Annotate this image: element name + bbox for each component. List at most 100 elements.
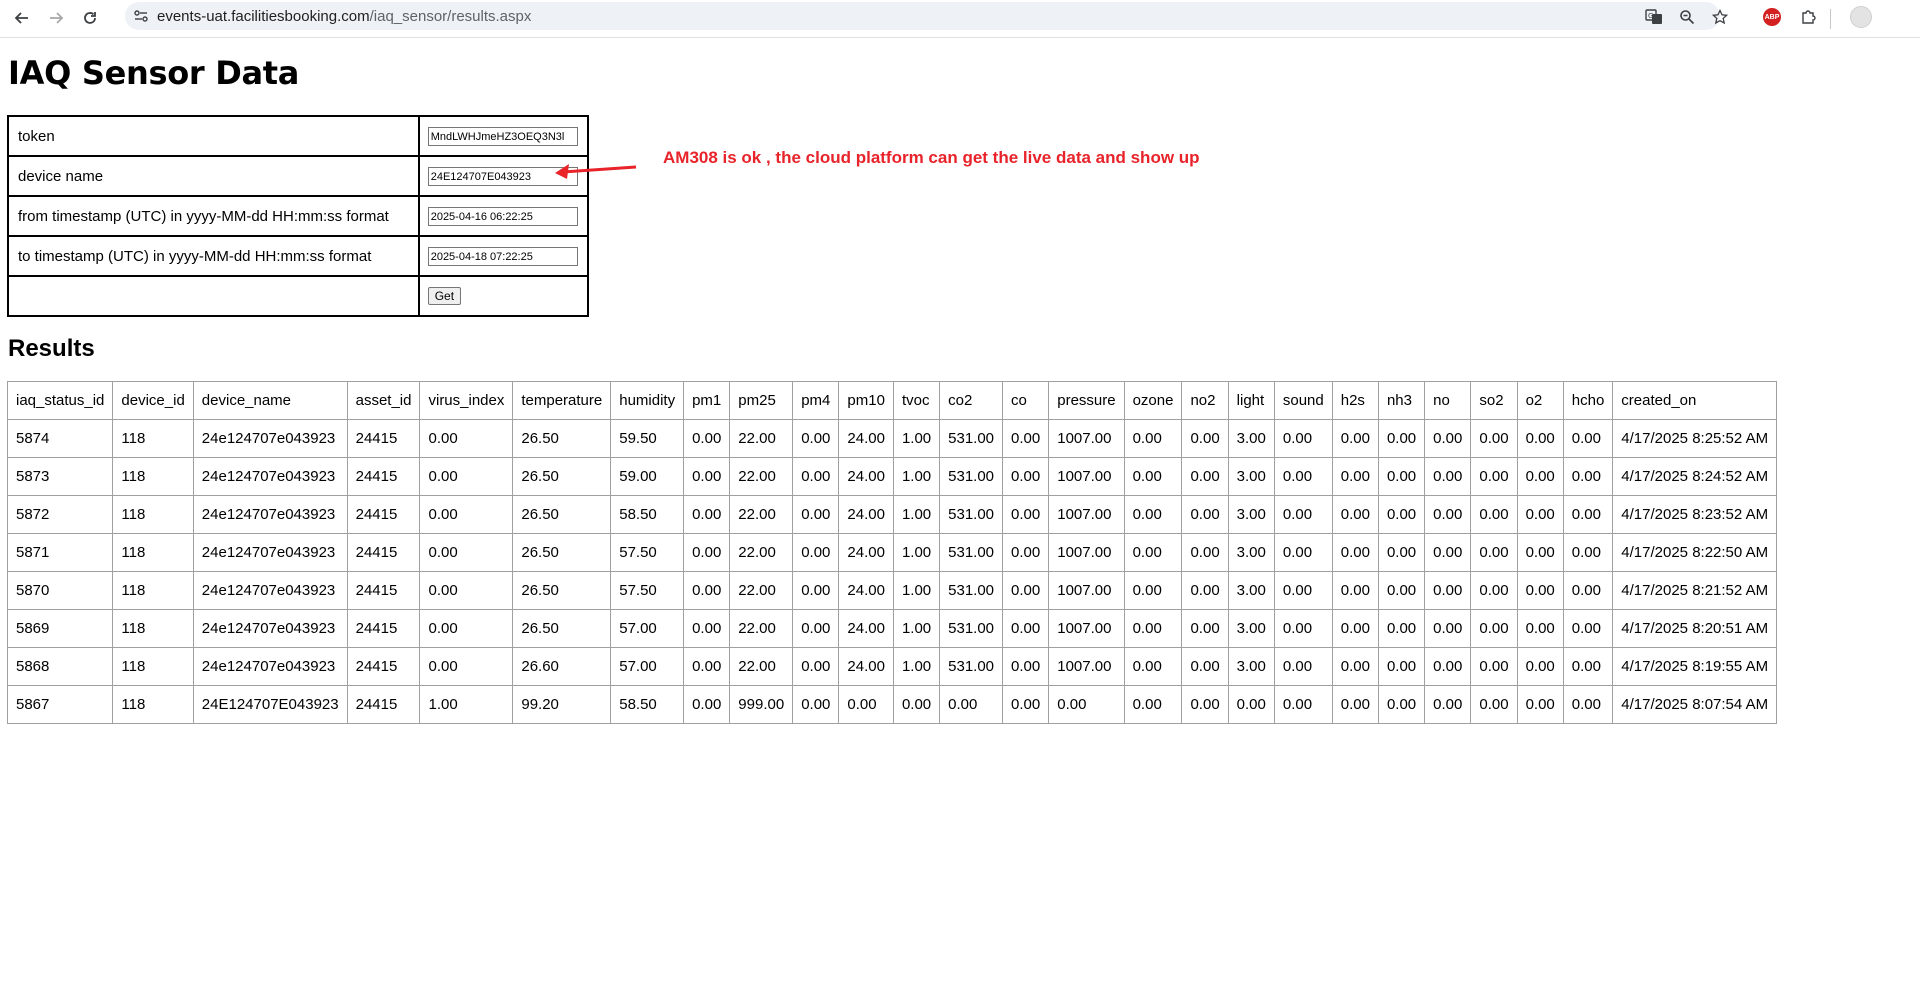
cell-device-id: 118 bbox=[112, 571, 194, 610]
cell-light: 3.00 bbox=[1227, 457, 1275, 496]
cell-o2: 0.00 bbox=[1516, 457, 1564, 496]
table-row: 5873 118 24e124707e043923 24415 0.00 26.50 59.… bbox=[6, 457, 1778, 496]
cell-so2: 0.00 bbox=[1470, 609, 1518, 648]
cell-humidity: 57.50 bbox=[610, 571, 685, 610]
cell-ozone: 0.00 bbox=[1123, 571, 1183, 610]
back-arrow-icon[interactable] bbox=[8, 4, 36, 32]
cell-co: 0.00 bbox=[1002, 495, 1050, 534]
profile-avatar[interactable] bbox=[1849, 5, 1873, 29]
cell-created-on: 4/17/2025 8:20:51 AM bbox=[1612, 609, 1778, 648]
cell-device-id: 118 bbox=[112, 685, 194, 724]
cell-temperature: 99.20 bbox=[512, 685, 612, 724]
cell-pm25: 22.00 bbox=[729, 647, 794, 686]
cell-tvoc: 1.00 bbox=[892, 457, 941, 496]
cell-pm4: 0.00 bbox=[792, 495, 840, 534]
cell-pm4: 0.00 bbox=[792, 419, 840, 458]
cell-pm25: 22.00 bbox=[729, 457, 794, 496]
cell-hcho: 0.00 bbox=[1562, 685, 1614, 724]
column-header-co: co bbox=[1002, 381, 1050, 420]
column-header-asset-id: asset_id bbox=[346, 381, 421, 420]
cell-sound: 0.00 bbox=[1273, 647, 1333, 686]
cell-ozone: 0.00 bbox=[1123, 685, 1183, 724]
table-row: 5868 118 24e124707e043923 24415 0.00 26.60 57.… bbox=[6, 647, 1778, 686]
cell-o2: 0.00 bbox=[1516, 609, 1564, 648]
cell-ozone: 0.00 bbox=[1123, 457, 1183, 496]
cell-light: 0.00 bbox=[1227, 685, 1275, 724]
cell-asset-id: 24415 bbox=[346, 533, 421, 572]
cell-pm1: 0.00 bbox=[683, 457, 731, 496]
cell-no: 0.00 bbox=[1424, 495, 1472, 534]
cell-co2: 531.00 bbox=[939, 609, 1004, 648]
cell-hcho: 0.00 bbox=[1562, 609, 1614, 648]
reload-icon[interactable] bbox=[76, 4, 104, 32]
cell-device-name: 24e124707e043923 bbox=[192, 647, 348, 686]
cell-humidity: 58.50 bbox=[610, 685, 685, 724]
url-host: events-uat.facilitiesbooking.com bbox=[157, 8, 370, 25]
cell-device-id: 118 bbox=[112, 457, 194, 496]
address-bar[interactable]: events-uat.facilitiesbooking.com/iaq_sen… bbox=[125, 2, 1728, 30]
table-row: 5870 118 24e124707e043923 24415 0.00 26.50 57.… bbox=[6, 571, 1778, 610]
cell-pm25: 22.00 bbox=[729, 609, 794, 648]
get-button[interactable]: Get bbox=[427, 287, 462, 305]
cell-light: 3.00 bbox=[1227, 533, 1275, 572]
column-header-temperature: temperature bbox=[512, 381, 612, 420]
cell-so2: 0.00 bbox=[1470, 495, 1518, 534]
from-timestamp-label: from timestamp (UTC) in yyyy-MM-dd HH:mm… bbox=[8, 196, 419, 236]
cell-pm4: 0.00 bbox=[792, 609, 840, 648]
cell-created-on: 4/17/2025 8:07:54 AM bbox=[1612, 685, 1778, 724]
column-header-h2s: h2s bbox=[1331, 381, 1379, 420]
from-timestamp-input[interactable]: 2025-04-16 06:22:25 bbox=[427, 206, 578, 226]
column-header-hcho: hcho bbox=[1562, 381, 1614, 420]
cell-hcho: 0.00 bbox=[1562, 533, 1614, 572]
cell-no: 0.00 bbox=[1424, 419, 1472, 458]
cell-device-id: 118 bbox=[112, 647, 194, 686]
annotation-arrow-icon bbox=[555, 164, 637, 179]
cell-pm4: 0.00 bbox=[792, 571, 840, 610]
cell-iaq-status-id: 5874 bbox=[6, 419, 114, 458]
cell-pm25: 22.00 bbox=[729, 419, 794, 458]
cell-sound: 0.00 bbox=[1273, 571, 1333, 610]
cell-humidity: 57.00 bbox=[610, 647, 685, 686]
column-header-humidity: humidity bbox=[610, 381, 685, 420]
cell-nh3: 0.00 bbox=[1377, 533, 1426, 572]
url-path: /iaq_sensor/results.aspx bbox=[369, 8, 532, 25]
cell-pressure: 0.00 bbox=[1048, 685, 1125, 724]
forward-arrow-icon[interactable] bbox=[42, 4, 70, 32]
cell-pm25: 22.00 bbox=[729, 495, 794, 534]
cell-no: 0.00 bbox=[1424, 533, 1472, 572]
token-input[interactable]: MndLWHJmeHZ3OEQ3N3l bbox=[427, 126, 578, 146]
zoom-icon[interactable] bbox=[1676, 6, 1698, 28]
translate-icon[interactable]: G bbox=[1643, 6, 1665, 28]
cell-iaq-status-id: 5870 bbox=[6, 571, 114, 610]
to-timestamp-input[interactable]: 2025-04-18 07:22:25 bbox=[427, 246, 578, 266]
cell-asset-id: 24415 bbox=[346, 685, 421, 724]
cell-no: 0.00 bbox=[1424, 685, 1472, 724]
cell-co: 0.00 bbox=[1002, 647, 1050, 686]
cell-co: 0.00 bbox=[1002, 609, 1050, 648]
cell-o2: 0.00 bbox=[1516, 571, 1564, 610]
adblock-plus-icon[interactable]: ABP bbox=[1760, 5, 1784, 29]
cell-co: 0.00 bbox=[1002, 571, 1050, 610]
url-text[interactable]: events-uat.facilitiesbooking.com/iaq_sen… bbox=[157, 8, 531, 25]
cell-co2: 531.00 bbox=[939, 571, 1004, 610]
cell-co: 0.00 bbox=[1002, 533, 1050, 572]
cell-pressure: 1007.00 bbox=[1048, 533, 1125, 572]
cell-sound: 0.00 bbox=[1273, 609, 1333, 648]
empty-cell bbox=[8, 276, 419, 316]
cell-device-name: 24e124707e043923 bbox=[192, 571, 348, 610]
cell-device-id: 118 bbox=[112, 419, 194, 458]
table-row: 5871 118 24e124707e043923 24415 0.00 26.50 57.… bbox=[6, 533, 1778, 572]
cell-pressure: 1007.00 bbox=[1048, 647, 1125, 686]
cell-co2: 531.00 bbox=[939, 457, 1004, 496]
site-info-icon[interactable] bbox=[133, 8, 149, 24]
cell-pm25: 22.00 bbox=[729, 571, 794, 610]
cell-created-on: 4/17/2025 8:21:52 AM bbox=[1612, 571, 1778, 610]
cell-device-name: 24e124707e043923 bbox=[192, 495, 348, 534]
cell-humidity: 57.50 bbox=[610, 533, 685, 572]
table-row: 5869 118 24e124707e043923 24415 0.00 26.50 57.… bbox=[6, 609, 1778, 648]
cell-created-on: 4/17/2025 8:25:52 AM bbox=[1612, 419, 1778, 458]
cell-nh3: 0.00 bbox=[1377, 495, 1426, 534]
bookmark-star-icon[interactable] bbox=[1709, 6, 1731, 28]
cell-device-name: 24e124707e043923 bbox=[192, 419, 348, 458]
extensions-puzzle-icon[interactable] bbox=[1796, 5, 1820, 29]
